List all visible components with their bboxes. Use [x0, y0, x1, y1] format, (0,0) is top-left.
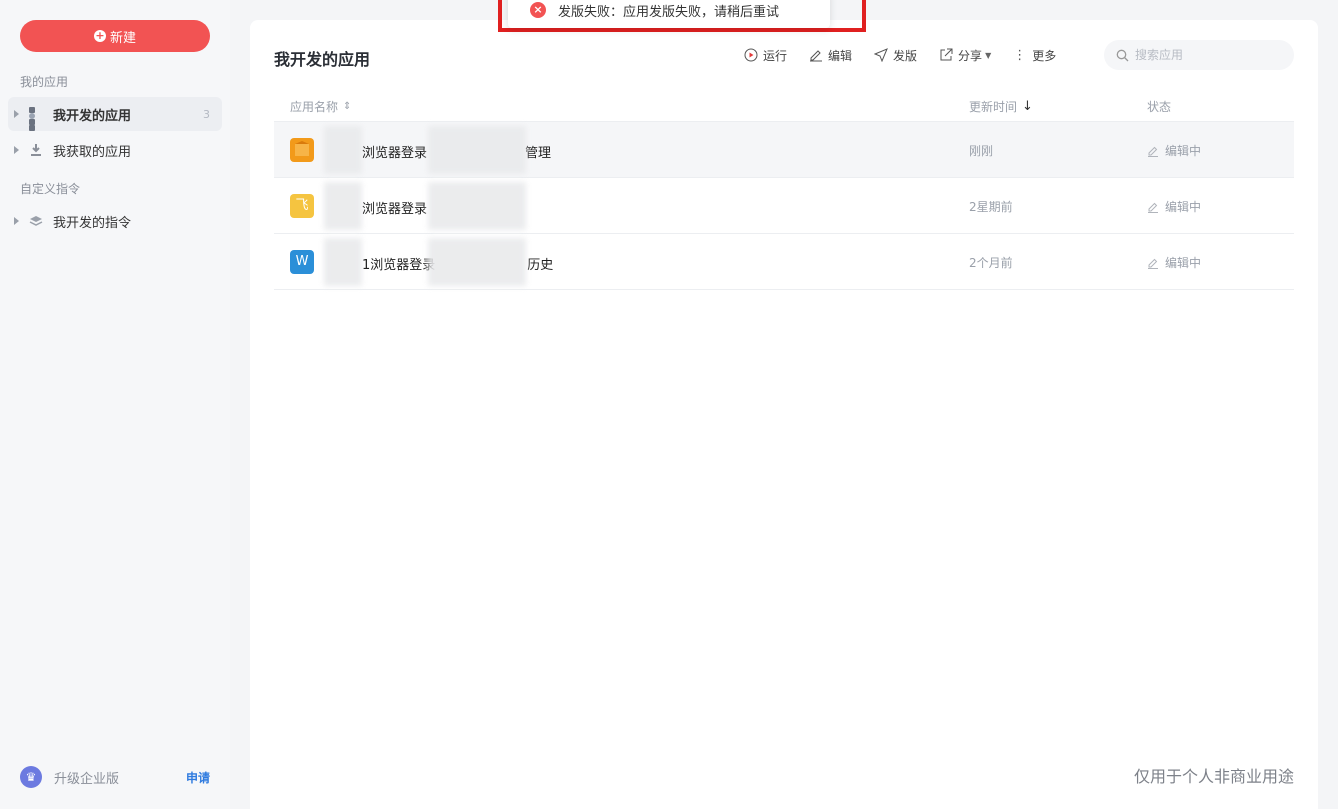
run-button[interactable]: 运行: [744, 46, 787, 64]
sidebar-item-acquired-apps[interactable]: 我获取的应用: [8, 133, 222, 167]
redacted-region: [324, 182, 362, 230]
sidebar-item-my-commands[interactable]: 我开发的指令: [8, 204, 222, 238]
more-label: 更多: [1032, 48, 1057, 63]
toolbar: 运行 编辑 发版 分享 ▼ ⋮ 更多: [744, 46, 1078, 64]
table-row[interactable]: 浏览器登录 管理 刚刚 编辑中: [274, 122, 1294, 178]
apps-grid-icon: [29, 107, 43, 131]
upgrade-label: 升级企业版: [54, 771, 120, 787]
caret-right-icon[interactable]: [14, 217, 19, 225]
app-count: 3: [203, 107, 210, 121]
download-icon: [31, 144, 41, 156]
status-badge: 编辑中: [1147, 254, 1201, 271]
redacted-region: [428, 126, 526, 174]
caret-right-icon[interactable]: [14, 110, 19, 118]
search-input[interactable]: [1135, 48, 1285, 62]
updated-time: 刚刚: [969, 144, 994, 158]
section-my-apps: 我的应用: [20, 75, 69, 89]
sort-icon: ⇕: [343, 101, 352, 112]
layers-icon: [29, 216, 43, 226]
run-label: 运行: [763, 48, 788, 63]
caret-right-icon[interactable]: [14, 146, 19, 154]
redacted-region: [324, 238, 362, 286]
redacted-region: [428, 182, 526, 230]
plus-icon: +: [93, 29, 106, 42]
sidebar: + 新建 我的应用 我开发的应用 3 我获取的应用 自定义指令 我开发的指令 ♛…: [0, 0, 230, 809]
share-button[interactable]: 分享 ▼: [939, 46, 991, 64]
external-link-icon: [940, 48, 953, 61]
fei-icon: 飞: [290, 194, 314, 218]
send-icon: [874, 48, 888, 62]
error-toast: × 发版失败：应用发版失败，请稍后重试: [508, 0, 830, 28]
status-badge: 编辑中: [1147, 142, 1201, 159]
dropdown-caret-icon: ▼: [985, 50, 992, 60]
apply-link[interactable]: 申请: [186, 769, 210, 786]
status-badge: 编辑中: [1147, 198, 1201, 215]
sidebar-item-label: 我获取的应用: [53, 144, 132, 160]
search-box[interactable]: [1104, 40, 1294, 70]
column-name-label: 应用名称: [290, 100, 339, 114]
column-status: 状态: [1147, 98, 1171, 115]
edit-label: 编辑: [828, 48, 853, 63]
redacted-region: [428, 238, 526, 286]
crown-icon: ♛: [20, 766, 42, 788]
table-row[interactable]: 飞 浏览器登录 2星期前 编辑中: [274, 178, 1294, 234]
column-name[interactable]: 应用名称 ⇕: [290, 98, 351, 115]
column-updated-label: 更新时间: [969, 100, 1018, 114]
pencil-icon: [1148, 146, 1158, 157]
play-circle-icon: [744, 48, 758, 62]
sort-desc-icon: ↓: [1022, 99, 1033, 114]
updated-time: 2星期前: [969, 200, 1013, 214]
pencil-icon: [1148, 258, 1158, 269]
error-icon: ×: [530, 2, 546, 18]
column-updated[interactable]: 更新时间 ↓: [969, 98, 1033, 115]
new-button[interactable]: + 新建: [20, 20, 210, 52]
sidebar-item-my-developed-apps[interactable]: 我开发的应用 3: [8, 97, 222, 131]
share-label: 分享: [958, 48, 983, 63]
box-icon: [290, 138, 314, 162]
word-icon: W: [290, 250, 314, 274]
section-custom-commands: 自定义指令: [20, 182, 81, 196]
pencil-icon: [1148, 202, 1158, 213]
column-status-label: 状态: [1147, 100, 1172, 114]
upgrade-bar: ♛ 升级企业版 申请: [20, 766, 210, 788]
publish-label: 发版: [893, 48, 918, 63]
main-panel: 我开发的应用 运行 编辑 发版 分享 ▼ ⋮ 更多 搜索应用 应用名称 ⇕ 更新…: [250, 20, 1318, 809]
redacted-region: [324, 126, 362, 174]
page-title: 我开发的应用: [274, 50, 371, 69]
edit-button[interactable]: 编辑: [809, 46, 852, 64]
sidebar-item-label: 我开发的指令: [53, 215, 132, 231]
publish-button[interactable]: 发版: [874, 46, 917, 64]
toast-message: 发版失败：应用发版失败，请稍后重试: [558, 4, 780, 20]
sidebar-item-label: 我开发的应用: [53, 108, 132, 124]
table-row[interactable]: W 1浏览器登录 历史 2个月前 编辑中: [274, 234, 1294, 290]
new-button-label: 新建: [109, 30, 136, 46]
search-icon: [1116, 49, 1129, 61]
more-button[interactable]: ⋮ 更多: [1013, 46, 1056, 64]
table-header: 应用名称 ⇕ 更新时间 ↓ 状态: [274, 90, 1294, 122]
updated-time: 2个月前: [969, 256, 1013, 270]
pencil-icon: [810, 50, 823, 62]
watermark: 仅用于个人非商业用途: [1133, 767, 1294, 786]
vertical-dots-icon: ⋮: [1013, 47, 1027, 63]
